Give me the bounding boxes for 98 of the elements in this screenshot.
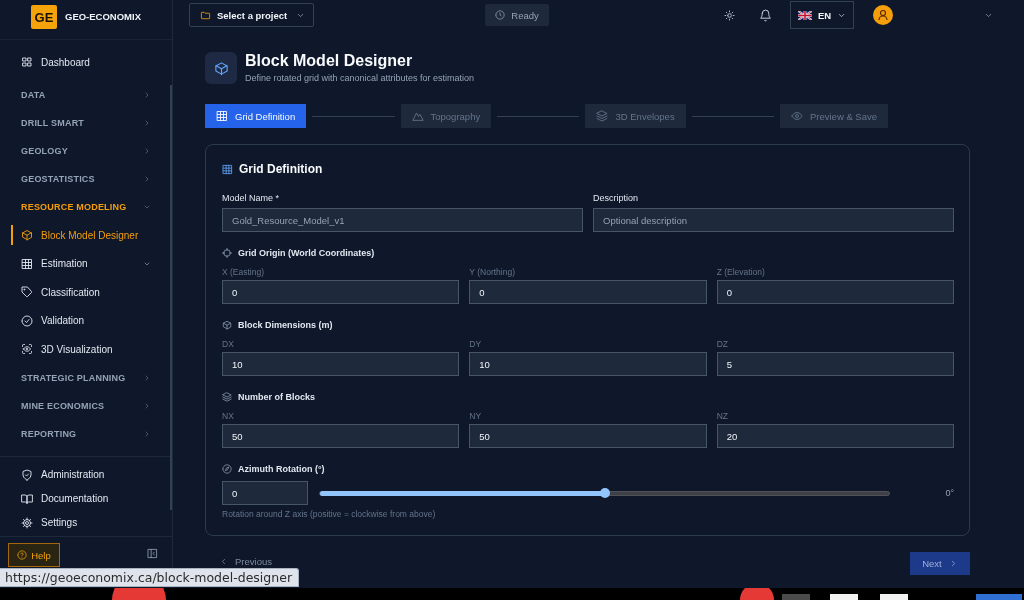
nav-item[interactable]: Settings xyxy=(0,510,172,535)
brand-name: GEO-ECONOMIX xyxy=(65,10,141,24)
field-label: DX xyxy=(222,339,235,349)
status-url: https://geoeconomix.ca/block-model-designer xyxy=(0,568,300,587)
slider-thumb[interactable] xyxy=(599,488,610,498)
check-circle-icon xyxy=(21,314,33,327)
field-label: NY xyxy=(469,411,483,421)
field-label: NX xyxy=(222,411,235,421)
input-field[interactable]: Optional description xyxy=(593,208,954,232)
nav-section[interactable]: REPORTING xyxy=(0,419,172,448)
input-field[interactable]: 10 xyxy=(469,352,707,376)
nav-item[interactable]: Administration xyxy=(0,462,172,487)
bell-icon[interactable] xyxy=(759,8,772,22)
field-label: Z (Elevation) xyxy=(716,267,766,277)
status-badge: Ready xyxy=(485,4,549,26)
field-label: DZ xyxy=(716,339,729,349)
input-field[interactable]: 0 xyxy=(469,280,707,304)
chevron-icon xyxy=(143,429,151,438)
section-title: Grid Origin (World Coordinates) xyxy=(238,248,375,258)
slider-reading: 0° xyxy=(945,488,954,498)
settings-icon xyxy=(21,516,33,529)
nav-section[interactable]: GEOSTATISTICS xyxy=(0,165,172,193)
layers-icon xyxy=(222,392,232,402)
sun-icon[interactable] xyxy=(724,9,735,21)
grid-icon xyxy=(222,163,233,175)
input-field[interactable]: 0 xyxy=(222,481,308,505)
page-subtitle: Define rotated grid with canonical attributes for estimation xyxy=(245,73,475,84)
scrollbar-thumb[interactable] xyxy=(170,85,172,510)
help-button[interactable]: Help xyxy=(8,543,60,567)
sidebar-collapse-icon[interactable] xyxy=(147,548,158,559)
card-title: Grid Definition xyxy=(239,162,323,176)
project-select[interactable]: Select a project xyxy=(189,3,314,27)
input-field[interactable]: 50 xyxy=(469,424,707,448)
field-label: X (Easting) xyxy=(222,267,266,277)
grid-icon xyxy=(21,257,33,270)
nav-item[interactable]: Classification xyxy=(11,282,151,303)
nav-section[interactable]: MINE ECONOMICS xyxy=(0,391,172,420)
nav-item[interactable]: Dashboard xyxy=(0,48,172,76)
logo: GE xyxy=(31,5,57,29)
section-title: Number of Blocks xyxy=(238,392,315,402)
chevron-icon xyxy=(143,119,151,127)
avatar-icon[interactable] xyxy=(873,5,893,25)
hint-text: Rotation around Z axis (positive = clockwise from above) xyxy=(222,509,437,519)
clock-icon xyxy=(495,10,506,20)
chevron-left-icon xyxy=(219,557,228,566)
crosshair-icon xyxy=(222,248,232,258)
flag-icon xyxy=(797,10,812,20)
cube-icon xyxy=(21,229,33,242)
chevron-icon xyxy=(143,373,151,382)
eye-icon xyxy=(790,110,803,122)
input-field[interactable]: 10 xyxy=(222,352,460,376)
step-tab[interactable]: Grid Definition xyxy=(205,104,307,128)
field-label: Model Name * xyxy=(222,192,281,204)
nav-item[interactable]: Estimation xyxy=(11,253,151,274)
field-label: Y (Northing) xyxy=(469,267,516,277)
chevron-icon xyxy=(143,175,151,183)
field-label: Description xyxy=(593,192,640,204)
chevron-icon xyxy=(143,203,151,211)
section-title: Azimuth Rotation (°) xyxy=(238,464,325,474)
tag-icon xyxy=(21,286,33,299)
app-icon[interactable] xyxy=(740,588,774,600)
chevron-icon xyxy=(143,401,151,410)
chevron-icon xyxy=(143,91,151,99)
folder-icon xyxy=(200,9,211,21)
input-field[interactable]: 0 xyxy=(222,280,460,304)
input-field[interactable]: 50 xyxy=(222,424,460,448)
layers-icon xyxy=(596,110,609,122)
cube-icon xyxy=(205,52,237,84)
nav-section[interactable]: GEOLOGY xyxy=(0,137,172,165)
app-icon[interactable] xyxy=(112,588,166,600)
nav-item[interactable]: Documentation xyxy=(0,486,172,511)
nav-item[interactable]: 3D Visualization xyxy=(11,339,151,360)
page-title: Block Model Designer xyxy=(245,52,414,70)
input-field[interactable]: 5 xyxy=(716,352,954,376)
eye-frame-icon xyxy=(21,343,33,356)
nav-section[interactable]: DRILL SMART xyxy=(0,109,172,137)
input-field[interactable]: 20 xyxy=(716,424,954,448)
section-title: Block Dimensions (m) xyxy=(238,320,333,330)
grid-icon xyxy=(216,110,228,122)
book-icon xyxy=(21,492,33,505)
grid-squares-icon xyxy=(21,56,33,68)
language-select[interactable]: EN xyxy=(790,1,854,29)
cube-icon xyxy=(222,320,232,330)
field-label: DY xyxy=(469,339,483,349)
slider-track[interactable] xyxy=(319,490,891,496)
shield-check-icon xyxy=(21,468,33,481)
field-label: NZ xyxy=(716,411,729,421)
input-field[interactable]: Gold_Resource_Model_v1 xyxy=(222,208,583,232)
chevron-icon xyxy=(143,147,151,155)
nav-section[interactable]: RESOURCE MODELING xyxy=(0,193,172,221)
compass-icon xyxy=(222,464,232,474)
nav-section[interactable]: STRATEGIC PLANNING xyxy=(0,363,172,392)
nav-item[interactable]: Block Model Designer xyxy=(11,225,151,246)
input-field[interactable]: 0 xyxy=(716,280,954,304)
mountain-icon xyxy=(411,110,424,122)
help-icon xyxy=(17,550,28,560)
nav-item[interactable]: Validation xyxy=(11,310,151,331)
nav-section[interactable]: DATA xyxy=(0,81,172,109)
